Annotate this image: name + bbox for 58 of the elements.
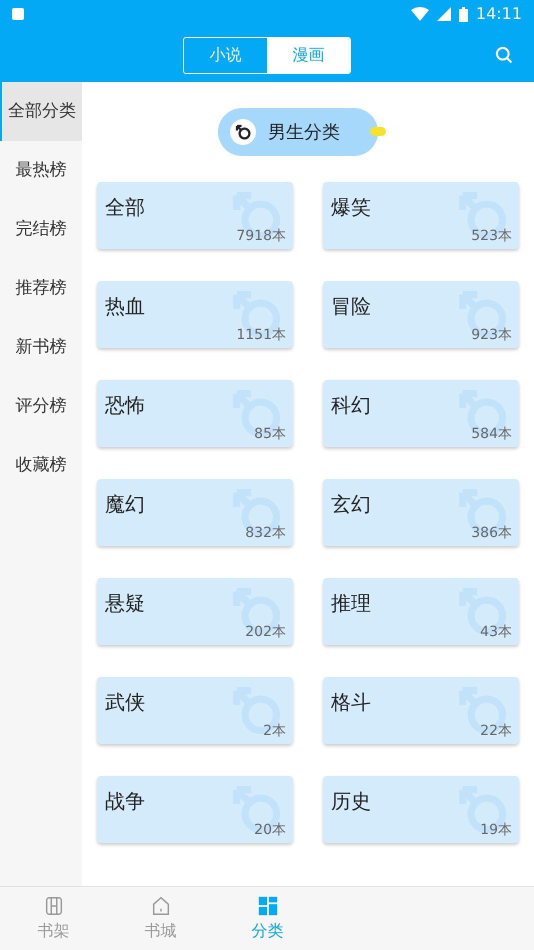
category-count: 7918本 [236, 227, 286, 246]
category-name: 战争 [105, 788, 145, 815]
battery-icon [458, 6, 468, 22]
category-count: 22本 [480, 722, 512, 741]
category-card[interactable]: 玄幻 386本 [323, 479, 519, 546]
wifi-icon [410, 7, 429, 21]
sidebar-item[interactable]: 评分榜 [0, 377, 82, 436]
category-name: 格斗 [331, 689, 371, 716]
category-card[interactable]: 历史 19本 [323, 776, 519, 843]
category-count: 523本 [471, 227, 512, 246]
category-card[interactable]: 恐怖 85本 [97, 380, 293, 447]
category-count: 20本 [254, 821, 286, 840]
category-name: 武侠 [105, 689, 145, 716]
category-name: 悬疑 [105, 590, 145, 617]
male-icon [230, 119, 256, 145]
signal-icon [436, 7, 451, 21]
sidebar-item[interactable]: 收藏榜 [0, 436, 82, 495]
app-notification-icon [12, 8, 24, 20]
category-name: 冒险 [331, 293, 371, 320]
category-count: 2本 [263, 722, 286, 741]
category-count: 202本 [245, 623, 286, 642]
category-card[interactable]: 战争 20本 [97, 776, 293, 843]
category-card[interactable]: 魔幻 832本 [97, 479, 293, 546]
category-card[interactable]: 格斗 22本 [323, 677, 519, 744]
sidebar-item[interactable]: 新书榜 [0, 318, 82, 377]
category-name: 历史 [331, 788, 371, 815]
category-count: 19本 [480, 821, 512, 840]
category-card[interactable]: 悬疑 202本 [97, 578, 293, 645]
category-card[interactable]: 全部 7918本 [97, 182, 293, 249]
category-count: 85本 [254, 425, 286, 444]
category-count: 832本 [245, 524, 286, 543]
category-card[interactable]: 冒险 923本 [323, 281, 519, 348]
section-title: 男生分类 [268, 120, 340, 144]
category-count: 43本 [480, 623, 512, 642]
category-count: 923本 [471, 326, 512, 345]
category-name: 恐怖 [105, 392, 145, 419]
category-count: 1151本 [236, 326, 286, 345]
category-name: 魔幻 [105, 491, 145, 518]
category-card[interactable]: 爆笑 523本 [323, 182, 519, 249]
category-card[interactable]: 科幻 584本 [323, 380, 519, 447]
sidebar-item[interactable]: 全部分类 [0, 82, 82, 141]
status-time: 14:11 [476, 3, 522, 25]
category-name: 科幻 [331, 392, 371, 419]
category-name: 爆笑 [331, 194, 371, 221]
category-card[interactable]: 热血 1151本 [97, 281, 293, 348]
search-icon[interactable] [494, 45, 514, 65]
sidebar-item[interactable]: 完结榜 [0, 200, 82, 259]
grid-icon [256, 894, 278, 916]
category-count: 584本 [471, 425, 512, 444]
sidebar-item[interactable]: 推荐榜 [0, 259, 82, 318]
category-name: 全部 [105, 194, 145, 221]
sidebar-item[interactable]: 最热榜 [0, 141, 82, 200]
category-name: 热血 [105, 293, 145, 320]
category-card[interactable]: 推理 43本 [323, 578, 519, 645]
category-name: 推理 [331, 590, 371, 617]
category-card[interactable]: 武侠 2本 [97, 677, 293, 744]
category-name: 玄幻 [331, 491, 371, 518]
category-count: 386本 [471, 524, 512, 543]
